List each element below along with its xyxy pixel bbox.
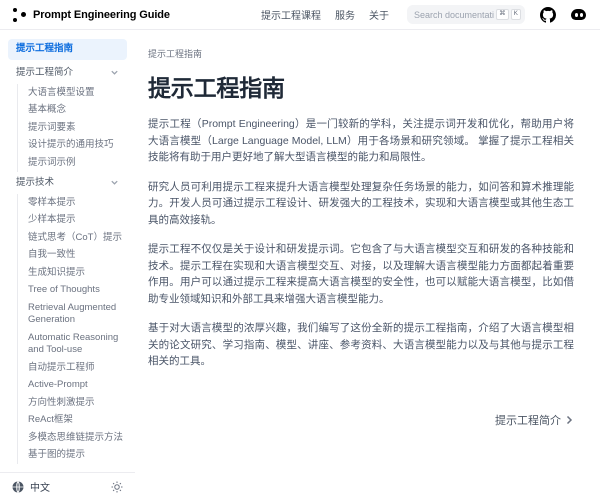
sun-icon — [111, 481, 123, 493]
paragraph-1: 提示工程（Prompt Engineering）是一门较新的学科，关注提示词开发… — [148, 116, 574, 166]
sidebar-item-rag[interactable]: Retrieval Augmented Generation — [17, 299, 127, 329]
sidebar-item-knowledge[interactable]: 生成知识提示 — [17, 264, 127, 282]
sidebar-section-techniques[interactable]: 提示技术 — [8, 173, 127, 194]
sidebar-item-graph-prompt[interactable]: 基于图的提示 — [17, 447, 127, 465]
discord-icon[interactable] — [570, 6, 587, 23]
sidebar-item-llm-settings[interactable]: 大语言模型设置 — [17, 84, 127, 102]
sidebar-item-consistency[interactable]: 自我一致性 — [17, 247, 127, 265]
nav-link-course[interactable]: 提示工程课程 — [261, 7, 321, 22]
language-selector[interactable]: 中文 — [12, 479, 50, 494]
sidebar-item-react[interactable]: ReAct框架 — [17, 412, 127, 430]
sidebar-item-fewshot[interactable]: 少样本提示 — [17, 212, 127, 230]
chevron-down-icon — [110, 178, 119, 187]
sidebar: 提示工程指南 提示工程简介 大语言模型设置 基本概念 提示词要素 设计提示的通用… — [0, 30, 135, 472]
sidebar-item-multimodal-cot[interactable]: 多模态思维链提示方法 — [17, 429, 127, 447]
sidebar-item-guide-active[interactable]: 提示工程指南 — [8, 39, 127, 60]
page-title: 提示工程指南 — [148, 69, 574, 103]
sidebar-item-basics[interactable]: 基本概念 — [17, 102, 127, 120]
logo[interactable]: Prompt Engineering Guide — [13, 8, 170, 22]
header: Prompt Engineering Guide 提示工程课程 服务 关于 Se… — [0, 0, 600, 30]
language-label: 中文 — [30, 479, 50, 494]
search-input[interactable]: Search documentation... ⌘ K — [407, 5, 525, 24]
sidebar-item-dsp[interactable]: 方向性刺激提示 — [17, 394, 127, 412]
paragraph-3: 提示工程不仅仅是关于设计和研发提示词。它包含了与大语言模型交互和研发的各种技能和… — [148, 241, 574, 307]
sidebar-section-label: 提示工程简介 — [16, 67, 73, 80]
next-page-label: 提示工程简介 — [495, 412, 561, 428]
header-nav: 提示工程课程 服务 关于 Search documentation... ⌘ K — [261, 5, 587, 24]
sidebar-item-ape[interactable]: 自动提示工程师 — [17, 359, 127, 377]
nav-link-services[interactable]: 服务 — [335, 7, 355, 22]
paragraph-4: 基于对大语言模型的浓厚兴趣，我们编写了这份全新的提示工程指南，介绍了大语言模型相… — [148, 320, 574, 370]
search-shortcut-cmd-key: ⌘ — [496, 9, 509, 20]
sidebar-item-tot[interactable]: Tree of Thoughts — [17, 282, 127, 300]
search-placeholder: Search documentation... — [414, 10, 494, 20]
paragraph-2: 研究人员可利用提示工程来提升大语言模型处理复杂任务场景的能力，如问答和算术推理能… — [148, 179, 574, 229]
sidebar-item-general-tips[interactable]: 设计提示的通用技巧 — [17, 137, 127, 155]
pager: 提示工程简介 — [148, 412, 574, 428]
main-content: 提示工程指南 提示工程指南 提示工程（Prompt Engineering）是一… — [135, 30, 600, 500]
sidebar-item-art[interactable]: Automatic Reasoning and Tool-use — [17, 329, 127, 359]
logo-text: Prompt Engineering Guide — [33, 9, 170, 21]
logo-icon — [13, 8, 27, 22]
next-page-link[interactable]: 提示工程简介 — [495, 412, 574, 428]
search-shortcut-k-key: K — [511, 9, 521, 20]
sidebar-section-label: 提示技术 — [16, 177, 54, 190]
theme-toggle-button[interactable] — [111, 481, 123, 493]
github-icon[interactable] — [539, 6, 556, 23]
sidebar-item-examples[interactable]: 提示词示例 — [17, 154, 127, 172]
sidebar-item-cot[interactable]: 链式思考（CoT）提示 — [17, 229, 127, 247]
globe-icon — [12, 481, 24, 493]
chevron-down-icon — [110, 68, 119, 77]
nav-link-about[interactable]: 关于 — [369, 7, 389, 22]
breadcrumb: 提示工程指南 — [148, 47, 574, 60]
sidebar-item-active-prompt[interactable]: Active-Prompt — [17, 377, 127, 395]
sidebar-item-elements[interactable]: 提示词要素 — [17, 119, 127, 137]
sidebar-footer: 中文 — [0, 472, 135, 500]
sidebar-item-zeroshot[interactable]: 零样本提示 — [17, 194, 127, 212]
chevron-right-icon — [564, 415, 574, 425]
sidebar-section-intro[interactable]: 提示工程简介 — [8, 63, 127, 84]
